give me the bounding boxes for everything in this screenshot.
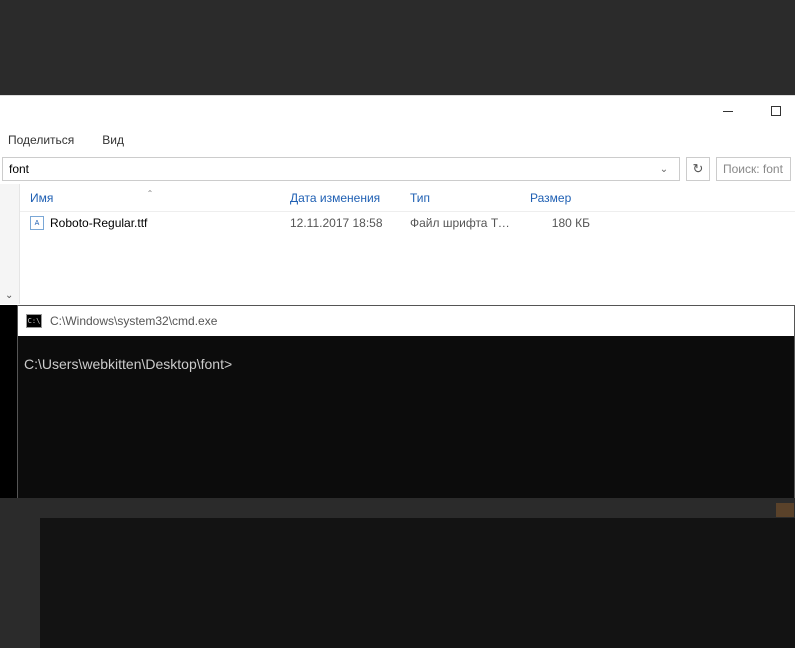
scroll-indicator (776, 503, 794, 517)
refresh-icon: ↻ (693, 161, 704, 177)
file-name-cell: A Roboto-Regular.ttf (20, 216, 280, 230)
cmd-icon: C:\ (26, 314, 42, 328)
address-dropdown-icon[interactable]: ⌄ (655, 164, 673, 175)
maximize-icon (771, 106, 781, 116)
column-header-date[interactable]: Дата изменения (280, 191, 400, 205)
column-header-type[interactable]: Тип (400, 191, 520, 205)
column-headers: ⌃ Имя Дата изменения Тип Размер (20, 184, 795, 212)
ribbon-tab-view[interactable]: Вид (102, 133, 124, 147)
file-type: Файл шрифта Tru... (400, 216, 520, 230)
editor-area[interactable] (40, 518, 795, 648)
explorer-titlebar (0, 96, 795, 126)
background-top (0, 0, 795, 95)
file-date: 12.11.2017 18:58 (280, 216, 400, 230)
cmd-title-text: C:\Windows\system32\cmd.exe (50, 314, 217, 328)
background-mid-strip (0, 498, 795, 518)
cmd-prompt: C:\Users\webkitten\Desktop\font> (24, 356, 232, 372)
explorer-window: Поделиться Вид font ⌄ ↻ Поиск: font ⌄ ⌃ … (0, 95, 795, 305)
address-path: font (9, 162, 655, 176)
address-row: font ⌄ ↻ Поиск: font (0, 154, 795, 184)
cmd-window: C:\ C:\Windows\system32\cmd.exe C:\Users… (17, 305, 795, 518)
ribbon-tabs: Поделиться Вид (0, 126, 795, 154)
sort-indicator-icon: ⌃ (147, 189, 154, 198)
search-placeholder: Поиск: font (723, 162, 783, 176)
table-row[interactable]: A Roboto-Regular.ttf 12.11.2017 18:58 Фа… (20, 212, 795, 234)
chevron-down-icon[interactable]: ⌄ (5, 290, 13, 301)
search-input[interactable]: Поиск: font (716, 157, 791, 181)
maximize-button[interactable] (761, 101, 791, 121)
nav-pane[interactable]: ⌄ (0, 184, 20, 304)
column-header-size[interactable]: Размер (520, 191, 600, 205)
file-size: 180 КБ (520, 216, 600, 230)
explorer-content: ⌄ ⌃ Имя Дата изменения Тип Размер A Robo… (0, 184, 795, 304)
minimize-button[interactable] (713, 101, 743, 121)
column-header-name[interactable]: ⌃ Имя (20, 191, 280, 205)
font-file-icon: A (30, 216, 44, 230)
cmd-terminal[interactable]: C:\Users\webkitten\Desktop\font> (18, 336, 794, 517)
column-name-label: Имя (30, 191, 53, 205)
address-bar[interactable]: font ⌄ (2, 157, 680, 181)
file-name: Roboto-Regular.ttf (50, 216, 147, 230)
file-list: ⌃ Имя Дата изменения Тип Размер A Roboto… (20, 184, 795, 304)
ribbon-tab-share[interactable]: Поделиться (8, 133, 74, 147)
editor-gutter (0, 518, 40, 648)
refresh-button[interactable]: ↻ (686, 157, 710, 181)
cmd-titlebar[interactable]: C:\ C:\Windows\system32\cmd.exe (18, 306, 794, 336)
minimize-icon (723, 111, 733, 112)
